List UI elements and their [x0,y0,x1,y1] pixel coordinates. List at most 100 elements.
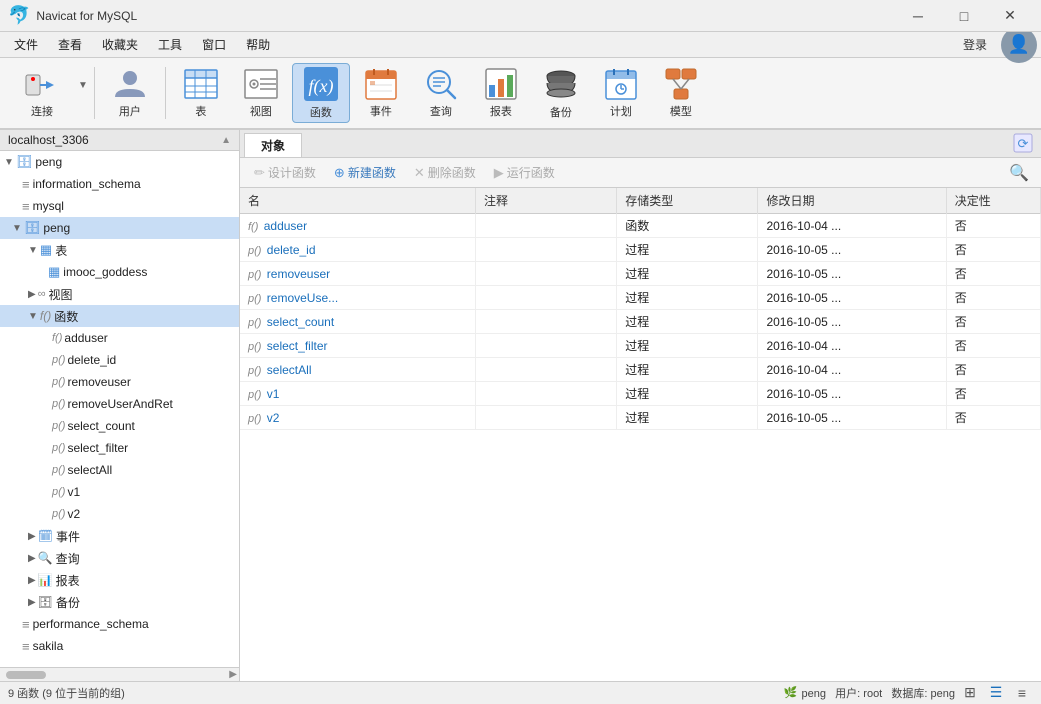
cell-comment [475,382,616,406]
toolbar-query-btn[interactable]: 查询 [412,63,470,123]
toolbar-report-btn[interactable]: 报表 [472,63,530,123]
expand-arrow-report[interactable]: ▶ [28,575,36,586]
status-list-btn[interactable]: ☰ [985,682,1007,704]
tab-objects[interactable]: 对象 [244,133,302,157]
table-row[interactable]: p() select_filter 过程 2016-10-04 ... 否 [240,334,1041,358]
menu-view[interactable]: 查看 [48,32,92,58]
sidebar-item-peng-root[interactable]: ▼ 🗄 peng [0,151,239,173]
expand-arrow-peng[interactable]: ▼ [4,157,14,168]
toolbar-connect-btn[interactable]: 连接 [8,63,76,123]
sidebar-item-mysql[interactable]: ≡ mysql [0,195,239,217]
toolbar-sep-2 [165,67,166,119]
sidebar-item-label-removeuser: removeuser [67,375,130,389]
sidebar-item-adduser[interactable]: f() adduser [0,327,239,349]
menu-file[interactable]: 文件 [4,32,48,58]
toolbar-model-btn[interactable]: 模型 [652,63,710,123]
maximize-button[interactable]: □ [941,0,987,32]
view-label: 视图 [250,103,272,119]
sidebar-item-event-group[interactable]: ▶ 🗓 事件 [0,525,239,547]
sidebar-item-query-group[interactable]: ▶ 🔍 查询 [0,547,239,569]
query-label: 查询 [430,103,452,119]
status-detail-btn[interactable]: ≡ [1011,682,1033,704]
expand-arrow-peng-db[interactable]: ▼ [12,223,22,234]
sidebar-item-select-count[interactable]: p() select_count [0,415,239,437]
toolbar-event-btn[interactable]: 事件 [352,63,410,123]
menu-tools[interactable]: 工具 [148,32,192,58]
table-body: f() adduser 函数 2016-10-04 ... 否 p() dele… [240,214,1041,430]
sidebar-item-performance-schema[interactable]: ≡ performance_schema [0,613,239,635]
sidebar-item-select-filter[interactable]: p() select_filter [0,437,239,459]
expand-arrow-table[interactable]: ▼ [28,245,38,256]
cell-storage: 过程 [617,286,758,310]
statusbar-db-info: 🌿 peng 用户: root 数据库: peng [784,685,955,701]
table-row[interactable]: p() removeUse... 过程 2016-10-05 ... 否 [240,286,1041,310]
menu-favorites[interactable]: 收藏夹 [92,32,148,58]
view-group-icon: ∞ [38,288,46,300]
sidebar-item-backup-group[interactable]: ▶ 🗄 备份 [0,591,239,613]
table-row[interactable]: p() v2 过程 2016-10-05 ... 否 [240,406,1041,430]
expand-arrow-func[interactable]: ▼ [28,311,38,322]
sidebar-scroll-right-btn[interactable]: ▶ [229,669,237,680]
tab-refresh-btn[interactable]: ⟳ [1005,130,1041,157]
sidebar-item-v2[interactable]: p() v2 [0,503,239,525]
login-button[interactable]: 登录 [957,34,993,55]
expand-arrow-query[interactable]: ▶ [28,553,36,564]
toolbar-backup-btn[interactable]: 备份 [532,63,590,123]
delete-function-btn[interactable]: ✕ 删除函数 [406,162,484,183]
new-function-btn[interactable]: ⊕ 新建函数 [326,162,404,183]
run-icon: ▶ [494,165,504,181]
sidebar-item-removeuser[interactable]: p() removeuser [0,371,239,393]
delete-icon: ✕ [414,165,425,181]
toolbar-user-btn[interactable]: 用户 [101,63,159,123]
svg-text:f(x): f(x) [308,76,333,97]
status-grid-btn[interactable]: ⊞ [959,682,981,704]
minimize-button[interactable]: ─ [895,0,941,32]
search-btn[interactable]: 🔍 [1003,161,1035,185]
table-row[interactable]: f() adduser 函数 2016-10-04 ... 否 [240,214,1041,238]
sidebar-item-func-group[interactable]: ▼ f() 函数 [0,305,239,327]
table-row[interactable]: p() v1 过程 2016-10-05 ... 否 [240,382,1041,406]
menubar: 文件 查看 收藏夹 工具 窗口 帮助 登录 👤 [0,32,1041,58]
toolbar-table-btn[interactable]: 表 [172,63,230,123]
cell-comment [475,334,616,358]
close-button[interactable]: ✕ [987,0,1033,32]
sidebar-item-view-group[interactable]: ▶ ∞ 视图 [0,283,239,305]
run-function-btn[interactable]: ▶ 运行函数 [486,162,563,183]
sidebar-scroll-up-btn[interactable]: ▲ [221,135,231,146]
table-row[interactable]: p() select_count 过程 2016-10-05 ... 否 [240,310,1041,334]
menu-window[interactable]: 窗口 [192,32,236,58]
toolbar-view-btn[interactable]: 视图 [232,63,290,123]
expand-arrow-view[interactable]: ▶ [28,289,36,300]
func-prefix-icon: p() [248,317,261,329]
table-row[interactable]: p() delete_id 过程 2016-10-05 ... 否 [240,238,1041,262]
toolbar-schedule-btn[interactable]: 计划 [592,63,650,123]
func-prefix-icon: f() [248,221,258,233]
table-row[interactable]: p() selectAll 过程 2016-10-04 ... 否 [240,358,1041,382]
sidebar-item-sakila[interactable]: ≡ sakila [0,635,239,657]
expand-arrow-backup[interactable]: ▶ [28,597,36,608]
sidebar-item-imooc-goddess[interactable]: ▦ imooc_goddess [0,261,239,283]
toolbar-function-btn[interactable]: f(x) 函数 [292,63,350,123]
sidebar-item-table-group[interactable]: ▼ ▦ 表 [0,239,239,261]
db-item-icon: ≡ [22,177,30,192]
table-row[interactable]: p() removeuser 过程 2016-10-05 ... 否 [240,262,1041,286]
sidebar-hscroll-thumb[interactable] [6,671,46,679]
cell-name: p() selectAll [240,358,475,382]
connect-dropdown-arrow[interactable]: ▼ [78,80,88,91]
menu-help[interactable]: 帮助 [236,32,280,58]
cell-date: 2016-10-05 ... [758,406,946,430]
sidebar-item-peng-db[interactable]: ▼ 🗄 peng [0,217,239,239]
p0-icon-removeuser: p() [52,376,65,388]
func-name-text: v2 [267,411,280,425]
sidebar-item-v1[interactable]: p() v1 [0,481,239,503]
cell-name: f() adduser [240,214,475,238]
expand-arrow-event[interactable]: ▶ [28,531,36,542]
db-icon: 🗄 [16,154,33,170]
sidebar-item-report-group[interactable]: ▶ 📊 报表 [0,569,239,591]
sidebar-item-removeuserandret[interactable]: p() removeUserAndRet [0,393,239,415]
design-function-btn[interactable]: ✏ 设计函数 [246,162,324,183]
sidebar-hscroll[interactable]: ▶ [0,667,239,681]
sidebar-item-delete-id[interactable]: p() delete_id [0,349,239,371]
sidebar-item-information-schema[interactable]: ≡ information_schema [0,173,239,195]
sidebar-item-selectall[interactable]: p() selectAll [0,459,239,481]
